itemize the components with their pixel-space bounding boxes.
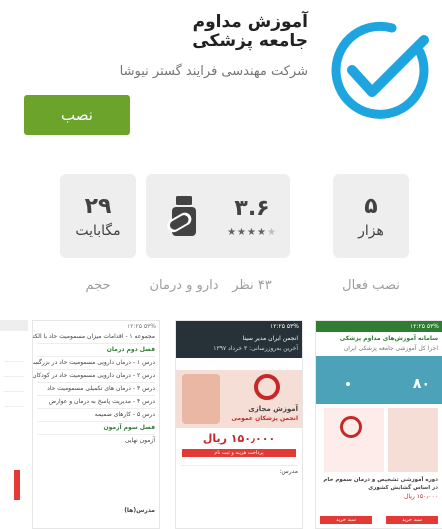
shot1-status: ۱۲:۲۵ ۵۳% [316,321,442,332]
association-logo-icon [254,374,280,400]
course-name: دوره آموزشی تشخیص و درمان سموم خام در اس… [323,477,438,491]
shot1-stat: ۸۰ [412,376,430,392]
star-icon: ★ [237,226,248,238]
lesson-item: درس ۵ - کارهای ضمیمه [94,411,155,418]
screenshot-home[interactable]: ۱۲:۲۵ ۵۳% سامانه آموزش‌های مداوم پزشکی ا… [315,320,442,529]
course-card[interactable] [388,408,438,472]
category-card[interactable] [146,174,222,258]
screenshot-course-detail[interactable]: ۱۲:۲۵ ۵۳% انجمن ایران مدیر سینا آخرین به… [175,320,303,529]
course-title: آموزش مجازی [248,405,298,413]
star-icon: ★ [247,226,257,238]
size-label: حجم [85,278,111,293]
installs-card: ۵ هزار [333,174,409,258]
course-price: ۱۵۰٫۰۰۰ ریال [404,493,438,500]
lesson-item: آزمون نهایی [124,437,155,444]
course-banner: آموزش مجازی انجمن پزشکان عمومی [176,370,302,428]
developer-link[interactable]: شرکت مهندسی فرایند گستر نیوشا [48,64,308,79]
size-value: ۲۹ [84,194,112,219]
screenshot-lessons[interactable]: ۱۲:۲۵ ۵۳% مجموعه ۱ - اقدامات میزان مسموم… [32,320,160,529]
star-icon: ★ [227,226,238,238]
association-logo-icon [340,416,362,438]
installs-label: نصب فعال [342,278,400,293]
size-card: ۲۹ مگابایت [60,174,136,258]
cart-button[interactable]: سبد خرید [320,516,372,524]
installs-value: ۵ [364,194,378,219]
lesson-item: درس ۲ - درمان دارویی مسمومیت حاد در کودک… [33,372,155,379]
lesson-section: فصل دوم درمان [106,346,155,353]
stats-banner: ۸۰ [316,356,442,404]
lesson-item: درس ۱ - درمان دارویی مسمومیت حاد در بزرگ… [33,359,155,366]
size-unit: مگابایت [75,223,121,239]
shot2-status: ۱۲:۲۵ ۵۳% [176,321,302,332]
rating-stars: ★★★★★ [227,227,277,238]
course-card[interactable] [324,408,384,472]
teacher-label: مدرس: [279,468,298,475]
shot3-status: ۱۲:۲۵ ۵۳% [33,321,159,332]
rating-value: ۳.۶ [234,195,270,221]
lesson-item: مجموعه ۱ - اقدامات میزان مسمومیت حاد با … [33,333,155,340]
lesson-item: درس ۴ - مدیریت پاسخ به درمان و عوارض [48,398,155,405]
installs-unit: هزار [358,223,384,239]
course-org: انجمن پزشکان عمومی [231,415,298,422]
lesson-section: فصل سوم آزمون [103,424,155,431]
empty-star-icon: ★ [266,226,277,238]
pill-icon [167,196,196,236]
app-icon [320,12,436,128]
lesson-item: درس ۳ - درمان های تکمیلی مسمومیت حاد [47,385,155,392]
shot1-subtitle: اجرا کل آموزشی جامعه پزشکی ایران [343,345,438,352]
cart-button[interactable]: سبد خرید [386,516,438,524]
course-price: ۱۵۰٫۰۰۰ ریال [202,432,276,445]
screenshot-partial-left[interactable] [0,320,28,529]
teacher-label: مدرس(ها) [124,507,155,514]
shot1-title: سامانه آموزش‌های مداوم پزشکی [339,335,438,342]
shot2-header: انجمن ایران مدیر سینا [242,335,298,342]
shot2-date: آخرین به‌روزرسانی: ۳ خرداد ۱۳۹۷ [213,345,298,352]
rating-card[interactable]: ۳.۶ ★★★★★ [214,174,290,258]
install-button[interactable]: نصب [24,95,130,135]
half-star-icon: ★ [256,226,267,238]
app-title: آموزش مداوم جامعه پزشکی [192,12,308,51]
register-button[interactable]: پرداخت هزینه و ثبت نام [182,449,296,457]
